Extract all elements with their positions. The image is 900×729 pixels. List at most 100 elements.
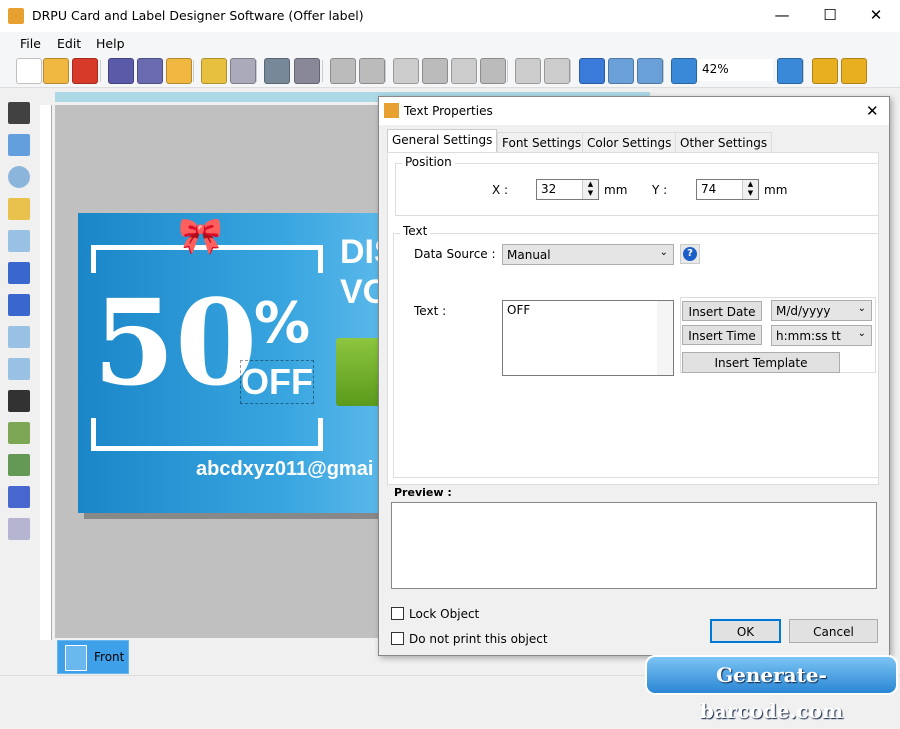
export-icon[interactable]	[166, 58, 192, 84]
cut-icon[interactable]	[422, 58, 448, 84]
data-source-value: Manual	[507, 248, 551, 262]
ok-button[interactable]: OK	[710, 619, 781, 643]
curve-icon[interactable]	[8, 294, 30, 316]
text-icon[interactable]	[8, 262, 30, 284]
dialog-title-bar: Text Properties ✕	[379, 97, 889, 125]
pattern-icon[interactable]	[8, 518, 30, 540]
tab-other-settings[interactable]: Other Settings	[675, 132, 773, 152]
rectangle-icon[interactable]	[8, 230, 30, 252]
open-icon[interactable]	[43, 58, 69, 84]
new-icon[interactable]	[16, 58, 42, 84]
lock-object-label: Lock Object	[409, 607, 480, 621]
lock-object-checkbox[interactable]	[391, 607, 404, 620]
save-as-icon[interactable]	[137, 58, 163, 84]
y-spinner[interactable]: ▲ ▼	[742, 180, 758, 199]
y-input[interactable]: 74 ▲ ▼	[696, 179, 759, 200]
minimize-button[interactable]: —	[772, 6, 792, 24]
insert-time-button[interactable]: Insert Time	[682, 325, 762, 345]
barcode-icon[interactable]	[8, 390, 30, 412]
menu-bar: File Edit Help	[0, 32, 900, 54]
chevron-down-icon: ⌄	[659, 247, 668, 258]
delete-icon[interactable]	[480, 58, 506, 84]
toolbar-separator	[663, 60, 664, 82]
paste-icon[interactable]	[451, 58, 477, 84]
bow-icon: 🎀	[178, 216, 223, 257]
close-button[interactable]: ✕	[866, 6, 886, 24]
save-icon[interactable]	[108, 58, 134, 84]
close-file-icon[interactable]	[72, 58, 98, 84]
toolbar-separator	[100, 60, 101, 82]
text-label: Text :	[414, 304, 447, 318]
textarea-scrollbar[interactable]	[657, 301, 673, 375]
y-value: 74	[701, 182, 717, 196]
watermark-banner: Generate-barcode.com	[645, 655, 898, 723]
menu-help[interactable]: Help	[96, 36, 125, 51]
cancel-button[interactable]: Cancel	[789, 619, 878, 643]
y-label: Y :	[652, 183, 668, 197]
dialog-close-button[interactable]: ✕	[866, 102, 879, 120]
maximize-button[interactable]: ☐	[820, 6, 840, 24]
text-textarea[interactable]: OFF	[502, 300, 674, 376]
page-icon	[65, 645, 87, 671]
x-input[interactable]: 32 ▲ ▼	[536, 179, 599, 200]
title-bar: DRPU Card and Label Designer Software (O…	[0, 0, 900, 32]
ellipse-icon[interactable]	[8, 166, 30, 188]
text-group-label: Text	[400, 224, 431, 238]
copy-icon[interactable]	[393, 58, 419, 84]
lock-icon[interactable]	[812, 58, 838, 84]
select-icon[interactable]	[8, 102, 30, 124]
unlock-icon[interactable]	[841, 58, 867, 84]
dialog-title: Text Properties	[404, 104, 493, 118]
data-source-select[interactable]: Manual ⌄	[502, 244, 674, 265]
undo-icon[interactable]	[330, 58, 356, 84]
tab-font-settings[interactable]: Font Settings	[497, 132, 587, 152]
wordart-icon[interactable]	[8, 486, 30, 508]
zoom-combo[interactable]: 42%	[698, 59, 773, 81]
grid-icon[interactable]	[579, 58, 605, 84]
toolbar-separator	[193, 60, 194, 82]
insert-date-button[interactable]: Insert Date	[682, 301, 762, 321]
database-add-icon[interactable]	[264, 58, 290, 84]
center-icon[interactable]	[608, 58, 634, 84]
redo-icon[interactable]	[359, 58, 385, 84]
tab-general-settings[interactable]: General Settings	[387, 129, 498, 153]
tab-front[interactable]: Front	[57, 640, 129, 674]
x-spinner[interactable]: ▲ ▼	[582, 180, 598, 199]
help-button[interactable]: ?	[680, 244, 700, 264]
send-back-icon[interactable]	[544, 58, 570, 84]
off-text[interactable]: OFF	[240, 360, 314, 404]
general-settings-panel: Position X : 32 ▲ ▼ mm Y : 74 ▲ ▼ mm Text …	[387, 152, 879, 485]
image-icon[interactable]	[8, 422, 30, 444]
star-icon[interactable]	[8, 326, 30, 348]
fit-icon[interactable]	[637, 58, 663, 84]
label-card[interactable]: 🎀 50 % OFF DIS VO abcdxyz011@gmai	[78, 213, 380, 513]
time-format-value: h:mm:ss tt	[776, 329, 841, 343]
insert-template-button[interactable]: Insert Template	[682, 352, 840, 373]
database-icon[interactable]	[294, 58, 320, 84]
chevron-down-icon: ⌄	[857, 328, 866, 339]
time-format-select[interactable]: h:mm:ss tt ⌄	[771, 325, 872, 346]
print-icon[interactable]	[230, 58, 256, 84]
line-icon[interactable]	[8, 134, 30, 156]
no-print-label: Do not print this object	[409, 632, 548, 646]
zoom-out-icon[interactable]	[777, 58, 803, 84]
big-number-text: 50	[93, 273, 258, 412]
no-print-checkbox[interactable]	[391, 632, 404, 645]
edit-icon[interactable]	[201, 58, 227, 84]
zoom-in-icon[interactable]	[671, 58, 697, 84]
bring-front-icon[interactable]	[515, 58, 541, 84]
menu-edit[interactable]: Edit	[57, 36, 81, 51]
triangle-icon[interactable]	[8, 358, 30, 380]
tab-color-settings[interactable]: Color Settings	[582, 132, 677, 152]
toolbox	[0, 90, 38, 675]
preview-box	[391, 502, 877, 589]
toolbar-separator	[385, 60, 386, 82]
position-group	[395, 163, 879, 216]
date-format-select[interactable]: M/d/yyyy ⌄	[771, 300, 872, 321]
dialog-logo-icon	[384, 103, 399, 118]
menu-file[interactable]: File	[20, 36, 41, 51]
vertical-ruler	[40, 105, 52, 640]
pencil-icon[interactable]	[8, 198, 30, 220]
image-library-icon[interactable]	[8, 454, 30, 476]
help-icon: ?	[683, 247, 697, 261]
